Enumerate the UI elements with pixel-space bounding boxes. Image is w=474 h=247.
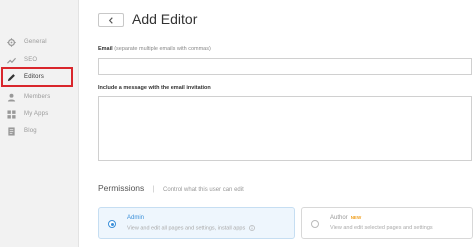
sidebar-item-label: SEO	[24, 57, 38, 63]
sidebar-item-my-apps[interactable]: My Apps	[0, 105, 79, 123]
role-card-author[interactable]: Author NEW View and edit selected pages a…	[301, 207, 473, 239]
role-description: View and edit selected pages and setting…	[330, 225, 433, 231]
document-icon	[7, 126, 16, 136]
sidebar-item-label: Members	[24, 94, 51, 100]
back-button[interactable]	[98, 13, 124, 27]
author-radio[interactable]	[311, 220, 319, 228]
main-content: Add Editor Email (separate multiple emai…	[80, 0, 474, 247]
trend-icon	[7, 56, 16, 65]
active-item-highlight	[1, 67, 73, 87]
role-description-text: View and edit all pages and settings, in…	[127, 225, 246, 232]
gear-icon	[7, 37, 16, 47]
grid-icon	[7, 109, 16, 119]
message-label: Include a message with the email invitat…	[98, 85, 211, 91]
new-badge: NEW	[350, 215, 362, 220]
message-label-row: Include a message with the email invitat…	[98, 85, 211, 91]
admin-radio[interactable]	[108, 220, 116, 228]
sidebar-item-general[interactable]: General	[0, 33, 79, 51]
email-field[interactable]	[98, 58, 472, 75]
role-description: View and edit all pages and settings, in…	[127, 225, 255, 231]
person-icon	[7, 93, 16, 102]
role-name-row: Author NEW	[330, 215, 361, 221]
message-field[interactable]	[98, 96, 472, 161]
email-hint: (separate multiple emails with commas)	[114, 46, 211, 52]
sidebar-item-label: General	[24, 39, 47, 45]
permissions-header: Permissions | Control what this user can…	[98, 178, 244, 196]
sidebar-item-label: My Apps	[24, 111, 49, 117]
role-card-admin[interactable]: Admin View and edit all pages and settin…	[98, 207, 295, 239]
sidebar-item-label: Blog	[24, 128, 37, 134]
permissions-title: Permissions	[98, 183, 145, 193]
sidebar: General SEO Editors Members My Apps Blog	[0, 0, 79, 247]
chevron-left-icon	[108, 16, 113, 24]
role-name: Author	[330, 215, 348, 221]
sidebar-item-members[interactable]: Members	[0, 88, 79, 106]
sidebar-item-blog[interactable]: Blog	[0, 122, 79, 140]
permissions-separator: |	[152, 186, 155, 193]
role-name: Admin	[127, 215, 145, 221]
page-title: Add Editor	[132, 11, 198, 27]
info-icon[interactable]	[248, 225, 255, 231]
email-label-row: Email (separate multiple emails with com…	[98, 46, 211, 52]
email-label: Email	[98, 46, 113, 52]
permissions-hint: Control what this user can edit	[163, 187, 244, 193]
